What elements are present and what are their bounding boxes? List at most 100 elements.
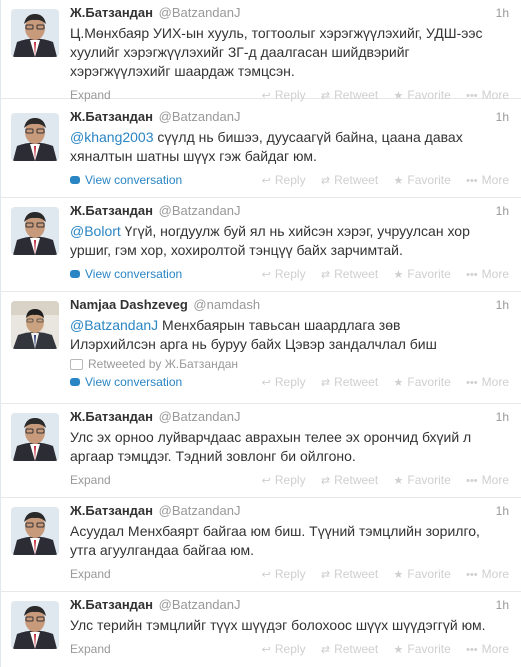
- tweet-item[interactable]: Namjaa Dashzeveg @namdash 1h @BatzandanJ…: [1, 292, 521, 404]
- reply-button[interactable]: ↩ Reply: [262, 267, 306, 281]
- favorite-button[interactable]: ★ Favorite: [394, 473, 451, 487]
- avatar[interactable]: [11, 113, 59, 161]
- tweet-actions: ↩ Reply ⇄ Retweet ★ Favorite ••• More: [250, 564, 509, 585]
- reply-icon: ↩: [261, 269, 271, 281]
- view-conversation-link[interactable]: View conversation: [70, 173, 182, 187]
- reply-button[interactable]: ↩ Reply: [262, 567, 306, 581]
- more-button[interactable]: ••• More: [466, 267, 509, 281]
- reply-button[interactable]: ↩ Reply: [262, 173, 306, 187]
- tweet-actions: ↩ Reply ⇄ Retweet ★ Favorite ••• More: [250, 170, 509, 191]
- star-icon: ★: [393, 269, 404, 281]
- tweet-item[interactable]: Ж.Батзандан @BatzandanJ 1h @Bolort Үгүй,…: [1, 198, 521, 292]
- reply-icon: ↩: [261, 569, 271, 581]
- tweet-username[interactable]: @BatzandanJ: [159, 503, 241, 518]
- expand-link[interactable]: Expand: [70, 567, 111, 581]
- tweet-timestamp[interactable]: 1h: [496, 501, 509, 521]
- tweet-text-line: Асуудал Менхбаярт байгаа юм биш. Түүний …: [70, 523, 480, 539]
- reply-icon: ↩: [261, 175, 271, 187]
- tweet-item[interactable]: Ж.Батзандан @BatzandanJ 1h Ц.Мөнхбаяр УИ…: [1, 0, 521, 102]
- tweet-fullname[interactable]: Ж.Батзандан: [70, 597, 153, 612]
- favorite-button[interactable]: ★ Favorite: [394, 567, 451, 581]
- retweet-icon: ⇄: [320, 90, 331, 102]
- avatar[interactable]: [11, 207, 59, 255]
- tweet-item[interactable]: Ж.Батзандан @BatzandanJ 1h Асуудал Менхб…: [1, 498, 521, 592]
- retweet-button[interactable]: ⇄ Retweet: [321, 642, 378, 656]
- tweet-fullname[interactable]: Ж.Батзандан: [70, 409, 153, 424]
- tweet-fullname[interactable]: Ж.Батзандан: [70, 109, 153, 124]
- tweet-text-line: сүүлд нь бишээ, дуусаагүй байна, цаана д…: [153, 129, 463, 145]
- star-icon: ★: [393, 475, 404, 487]
- tweet-text: @BatzandanJ Менхбаярын тавьсан шаардлага…: [70, 316, 509, 354]
- conversation-icon: [70, 176, 80, 184]
- favorite-button[interactable]: ★ Favorite: [394, 267, 451, 281]
- tweet-text: Ц.Мөнхбаяр УИХ-ын хууль, тогтоолыг хэрэг…: [70, 24, 509, 81]
- expand-link[interactable]: Expand: [70, 473, 111, 487]
- more-button[interactable]: ••• More: [466, 88, 509, 102]
- more-icon: •••: [466, 644, 478, 656]
- tweet-item[interactable]: Ж.Батзандан @BatzandanJ 1h @khang2003 сү…: [1, 104, 521, 198]
- tweet-text: @khang2003 сүүлд нь бишээ, дуусаагүй бай…: [70, 128, 509, 166]
- favorite-button[interactable]: ★ Favorite: [394, 88, 451, 102]
- expand-link[interactable]: Expand: [70, 88, 111, 102]
- mention-link[interactable]: @Bolort: [70, 223, 121, 239]
- tweet-text: Асуудал Менхбаярт байгаа юм биш. Түүний …: [70, 522, 509, 560]
- star-icon: ★: [393, 377, 404, 389]
- retweet-icon: ⇄: [320, 269, 331, 281]
- tweet-timestamp[interactable]: 1h: [496, 107, 509, 127]
- avatar[interactable]: [11, 507, 59, 555]
- tweet-text-line: уршиг, гэм хор, хохиролтой тэнцүү байх з…: [70, 242, 403, 258]
- reply-button[interactable]: ↩ Reply: [262, 473, 306, 487]
- tweet-username[interactable]: @BatzandanJ: [159, 5, 241, 20]
- mention-link[interactable]: @khang2003: [70, 129, 154, 145]
- tweet-timestamp[interactable]: 1h: [496, 295, 509, 315]
- tweet-fullname[interactable]: Namjaa Dashzeveg: [70, 297, 188, 312]
- tweet-timestamp[interactable]: 1h: [496, 3, 509, 23]
- view-conversation-link[interactable]: View conversation: [70, 375, 182, 389]
- avatar[interactable]: [11, 413, 59, 461]
- more-button[interactable]: ••• More: [466, 473, 509, 487]
- tweet-username[interactable]: @BatzandanJ: [159, 409, 241, 424]
- tweet-text-line: Илэрхийлсэн арга нь буруу байх Цэвэр зан…: [70, 336, 437, 352]
- view-conversation-link[interactable]: View conversation: [70, 267, 182, 281]
- tweet-text-line: Менхбаярын тавьсан шаардлага зөв: [158, 317, 401, 333]
- mention-link[interactable]: @BatzandanJ: [70, 317, 158, 333]
- retweet-button[interactable]: ⇄ Retweet: [321, 173, 378, 187]
- retweet-button[interactable]: ⇄ Retweet: [321, 473, 378, 487]
- tweet-username[interactable]: @BatzandanJ: [159, 109, 241, 124]
- more-button[interactable]: ••• More: [466, 642, 509, 656]
- retweet-icon: ⇄: [320, 644, 331, 656]
- tweet-timestamp[interactable]: 1h: [496, 201, 509, 221]
- avatar[interactable]: [11, 9, 59, 57]
- reply-button[interactable]: ↩ Reply: [262, 88, 306, 102]
- reply-button[interactable]: ↩ Reply: [262, 375, 306, 389]
- tweet-username[interactable]: @namdash: [193, 297, 260, 312]
- tweet-item[interactable]: Ж.Батзандан @BatzandanJ 1h Улс терийн тэ…: [1, 592, 521, 667]
- avatar[interactable]: [11, 301, 59, 349]
- more-button[interactable]: ••• More: [466, 173, 509, 187]
- tweet-timestamp[interactable]: 1h: [496, 407, 509, 427]
- retweet-button[interactable]: ⇄ Retweet: [321, 88, 378, 102]
- favorite-button[interactable]: ★ Favorite: [394, 375, 451, 389]
- tweet-fullname[interactable]: Ж.Батзандан: [70, 5, 153, 20]
- retweet-button[interactable]: ⇄ Retweet: [321, 267, 378, 281]
- tweet-username[interactable]: @BatzandanJ: [159, 203, 241, 218]
- tweet-item[interactable]: Ж.Батзандан @BatzandanJ 1h Улс эх орноо …: [1, 404, 521, 498]
- tweet-fullname[interactable]: Ж.Батзандан: [70, 203, 153, 218]
- more-button[interactable]: ••• More: [466, 567, 509, 581]
- retweet-icon: [70, 359, 83, 371]
- retweet-button[interactable]: ⇄ Retweet: [321, 567, 378, 581]
- tweet-timestamp[interactable]: 1h: [496, 595, 509, 615]
- favorite-button[interactable]: ★ Favorite: [394, 173, 451, 187]
- star-icon: ★: [393, 90, 404, 102]
- expand-link[interactable]: Expand: [70, 642, 111, 656]
- tweet-fullname[interactable]: Ж.Батзандан: [70, 503, 153, 518]
- tweet-username[interactable]: @BatzandanJ: [159, 597, 241, 612]
- reply-button[interactable]: ↩ Reply: [262, 642, 306, 656]
- retweeted-by-text[interactable]: Retweeted by Ж.Батзандан: [88, 357, 238, 371]
- reply-icon: ↩: [261, 90, 271, 102]
- more-button[interactable]: ••• More: [466, 375, 509, 389]
- retweet-button[interactable]: ⇄ Retweet: [321, 375, 378, 389]
- avatar[interactable]: [11, 601, 59, 649]
- favorite-button[interactable]: ★ Favorite: [394, 642, 451, 656]
- tweet-text-line: Улс терийн тэмцлийг түүх шүүдэг болохоос…: [70, 617, 486, 633]
